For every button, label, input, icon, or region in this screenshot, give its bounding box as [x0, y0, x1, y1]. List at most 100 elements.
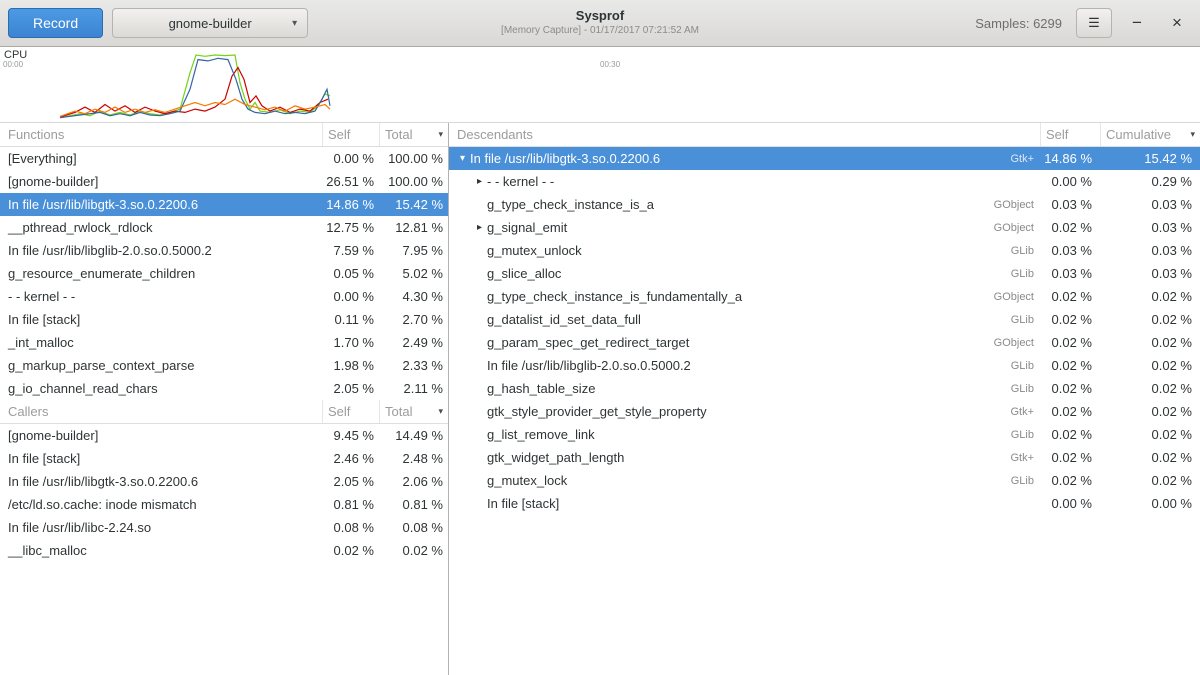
- cell-cumulative-percent: 0.03 %: [1100, 197, 1200, 212]
- tree-row[interactable]: In file /usr/lib/libglib-2.0.so.0.5000.2…: [449, 354, 1200, 377]
- column-header-self[interactable]: Self: [322, 123, 379, 146]
- table-row[interactable]: __libc_malloc0.02 %0.02 %: [0, 539, 448, 562]
- cell-total-percent: 7.95 %: [379, 243, 448, 258]
- cell-total-percent: 2.49 %: [379, 335, 448, 350]
- cpu-graph[interactable]: CPU 00:00 00:30: [0, 47, 1200, 123]
- cell-total-percent: 2.70 %: [379, 312, 448, 327]
- tree-row[interactable]: ▸- - kernel - -0.00 %0.29 %: [449, 170, 1200, 193]
- cell-cumulative-percent: 0.03 %: [1100, 266, 1200, 281]
- column-header-total-label: Total: [385, 404, 412, 419]
- tree-row[interactable]: g_list_remove_linkGLib0.02 %0.02 %: [449, 423, 1200, 446]
- table-row[interactable]: [Everything]0.00 %100.00 %: [0, 147, 448, 170]
- column-header-total[interactable]: Total ▾: [379, 400, 448, 423]
- table-row[interactable]: /etc/ld.so.cache: inode mismatch0.81 %0.…: [0, 493, 448, 516]
- cell-self-percent: 0.02 %: [1040, 427, 1100, 442]
- column-header-self[interactable]: Self: [322, 400, 379, 423]
- close-button[interactable]: ×: [1162, 8, 1192, 38]
- sysprof-window: Record gnome-builder ▾ Sysprof [Memory C…: [0, 0, 1200, 675]
- cell-self-percent: 9.45 %: [322, 428, 379, 443]
- tree-row[interactable]: g_hash_table_sizeGLib0.02 %0.02 %: [449, 377, 1200, 400]
- table-row[interactable]: In file /usr/lib/libglib-2.0.so.0.5000.2…: [0, 239, 448, 262]
- table-row[interactable]: In file /usr/lib/libc-2.24.so0.08 %0.08 …: [0, 516, 448, 539]
- cell-function-name: [gnome-builder]: [0, 428, 322, 443]
- cell-self-percent: 0.00 %: [322, 151, 379, 166]
- cell-function-name: __libc_malloc: [0, 543, 322, 558]
- expander-closed-icon[interactable]: ▸: [472, 176, 487, 187]
- tree-row[interactable]: g_mutex_unlockGLib0.03 %0.03 %: [449, 239, 1200, 262]
- function-name: gtk_widget_path_length: [487, 450, 624, 465]
- cell-self-percent: 26.51 %: [322, 174, 379, 189]
- library-tag: GLib: [1011, 429, 1034, 441]
- cell-function-name: In file [stack]: [0, 451, 322, 466]
- table-row[interactable]: g_io_channel_read_chars2.05 %2.11 %: [0, 377, 448, 400]
- callers-table: [gnome-builder]9.45 %14.49 %In file [sta…: [0, 424, 448, 562]
- tree-row[interactable]: In file [stack]0.00 %0.00 %: [449, 492, 1200, 515]
- cell-function-name: In file [stack]: [0, 312, 322, 327]
- function-name: - - kernel - -: [487, 174, 554, 189]
- table-row[interactable]: g_markup_parse_context_parse1.98 %2.33 %: [0, 354, 448, 377]
- cell-self-percent: 0.02 %: [322, 543, 379, 558]
- cell-total-percent: 0.02 %: [379, 543, 448, 558]
- table-row[interactable]: - - kernel - -0.00 %4.30 %: [0, 285, 448, 308]
- expander-closed-icon[interactable]: ▸: [472, 222, 487, 233]
- functions-table: [Everything]0.00 %100.00 %[gnome-builder…: [0, 147, 448, 400]
- tree-row[interactable]: ▸g_signal_emitGObject0.02 %0.03 %: [449, 216, 1200, 239]
- tree-row[interactable]: g_mutex_lockGLib0.02 %0.02 %: [449, 469, 1200, 492]
- library-tag: Gtk+: [1010, 406, 1034, 418]
- cell-cumulative-percent: 0.02 %: [1100, 427, 1200, 442]
- process-selector-label: gnome-builder: [169, 16, 252, 31]
- cell-total-percent: 14.49 %: [379, 428, 448, 443]
- cell-total-percent: 2.48 %: [379, 451, 448, 466]
- table-row[interactable]: g_resource_enumerate_children0.05 %5.02 …: [0, 262, 448, 285]
- tree-row[interactable]: g_slice_allocGLib0.03 %0.03 %: [449, 262, 1200, 285]
- tree-row[interactable]: gtk_widget_path_lengthGtk+0.02 %0.02 %: [449, 446, 1200, 469]
- table-row[interactable]: In file /usr/lib/libgtk-3.so.0.2200.62.0…: [0, 470, 448, 493]
- column-header-total[interactable]: Total ▾: [379, 123, 448, 146]
- column-header-self-label: Self: [1046, 127, 1068, 142]
- cell-function-name: In file /usr/lib/libc-2.24.so: [0, 520, 322, 535]
- tree-row[interactable]: g_param_spec_get_redirect_targetGObject0…: [449, 331, 1200, 354]
- table-row[interactable]: [gnome-builder]26.51 %100.00 %: [0, 170, 448, 193]
- cell-self-percent: 0.03 %: [1040, 197, 1100, 212]
- table-row[interactable]: _int_malloc1.70 %2.49 %: [0, 331, 448, 354]
- menu-button[interactable]: ☰: [1076, 8, 1112, 38]
- tree-row[interactable]: ▾In file /usr/lib/libgtk-3.so.0.2200.6Gt…: [449, 147, 1200, 170]
- column-header-total-label: Total: [385, 127, 412, 142]
- table-row[interactable]: In file [stack]2.46 %2.48 %: [0, 447, 448, 470]
- cell-self-percent: 0.81 %: [322, 497, 379, 512]
- column-header-descendants[interactable]: Descendants: [449, 123, 1040, 146]
- cell-function-name: In file /usr/lib/libglib-2.0.so.0.5000.2: [449, 358, 1011, 373]
- tree-row[interactable]: g_type_check_instance_is_fundamentally_a…: [449, 285, 1200, 308]
- cell-self-percent: 14.86 %: [322, 197, 379, 212]
- cell-cumulative-percent: 0.03 %: [1100, 220, 1200, 235]
- cell-self-percent: 0.05 %: [322, 266, 379, 281]
- cell-cumulative-percent: 0.02 %: [1100, 289, 1200, 304]
- cell-self-percent: 0.03 %: [1040, 243, 1100, 258]
- table-row[interactable]: In file /usr/lib/libgtk-3.so.0.2200.614.…: [0, 193, 448, 216]
- cell-self-percent: 0.00 %: [1040, 174, 1100, 189]
- tree-row[interactable]: g_datalist_id_set_data_fullGLib0.02 %0.0…: [449, 308, 1200, 331]
- sort-indicator-icon: ▾: [438, 129, 443, 140]
- cell-cumulative-percent: 0.00 %: [1100, 496, 1200, 511]
- table-row[interactable]: [gnome-builder]9.45 %14.49 %: [0, 424, 448, 447]
- table-row[interactable]: __pthread_rwlock_rdlock12.75 %12.81 %: [0, 216, 448, 239]
- column-header-self[interactable]: Self: [1040, 123, 1100, 146]
- expander-open-icon[interactable]: ▾: [455, 153, 470, 164]
- cell-self-percent: 1.98 %: [322, 358, 379, 373]
- tree-row[interactable]: g_type_check_instance_is_aGObject0.03 %0…: [449, 193, 1200, 216]
- process-selector-dropdown[interactable]: gnome-builder ▾: [112, 8, 308, 38]
- column-header-callers[interactable]: Callers: [0, 400, 322, 423]
- cell-function-name: g_io_channel_read_chars: [0, 381, 322, 396]
- function-name: g_mutex_unlock: [487, 243, 582, 258]
- record-button[interactable]: Record: [8, 8, 103, 38]
- function-name: g_mutex_lock: [487, 473, 567, 488]
- cell-cumulative-percent: 0.02 %: [1100, 335, 1200, 350]
- cell-function-name: In file /usr/lib/libgtk-3.so.0.2200.6: [0, 197, 322, 212]
- minimize-button[interactable]: −: [1122, 8, 1152, 38]
- table-row[interactable]: In file [stack]0.11 %2.70 %: [0, 308, 448, 331]
- main-content: Functions Self Total ▾ [Everything]0.00 …: [0, 123, 1200, 675]
- tree-row[interactable]: gtk_style_provider_get_style_propertyGtk…: [449, 400, 1200, 423]
- column-header-functions[interactable]: Functions: [0, 123, 322, 146]
- column-header-cumulative[interactable]: Cumulative ▾: [1100, 123, 1200, 146]
- cell-self-percent: 0.02 %: [1040, 450, 1100, 465]
